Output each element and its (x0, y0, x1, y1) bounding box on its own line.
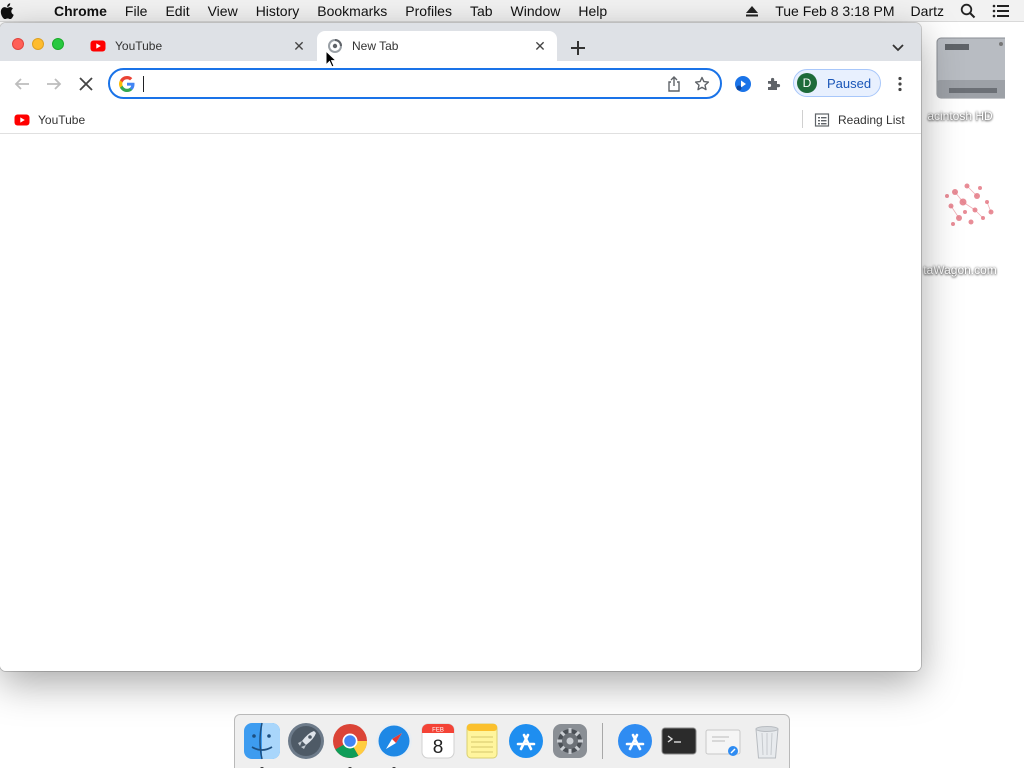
dock-terminal[interactable] (659, 721, 699, 761)
back-button[interactable] (9, 71, 35, 97)
menu-bar: Chrome File Edit View History Bookmarks … (0, 0, 1024, 22)
extension-play-icon (735, 76, 751, 92)
menu-bookmarks[interactable]: Bookmarks (308, 3, 396, 19)
document-icon (705, 729, 741, 756)
desktop-icon-label: acintosh HD (927, 109, 993, 123)
browser-window: YouTube ✕ New Tab ✕ D Paused YouTube Rea… (0, 23, 921, 671)
launchpad-rocket-icon (288, 723, 324, 759)
mouse-cursor-icon (325, 50, 337, 68)
text-caret (143, 76, 144, 92)
desktop-icon-label: taWagon.com (923, 263, 997, 277)
dock-launchpad[interactable] (286, 721, 326, 761)
bookmark-label: YouTube (38, 113, 86, 127)
forward-button[interactable] (41, 71, 67, 97)
tab-close-icon[interactable]: ✕ (531, 37, 549, 55)
desktop-icon-image-file[interactable]: taWagon.com (910, 172, 1010, 277)
menu-help[interactable]: Help (569, 3, 616, 19)
menu-view[interactable]: View (199, 3, 247, 19)
extensions-menu-button[interactable] (761, 71, 787, 97)
tab-title: YouTube (115, 39, 163, 53)
google-icon (119, 75, 135, 92)
finder-icon (244, 722, 280, 760)
youtube-icon (14, 114, 30, 126)
menubar-clock[interactable]: Tue Feb 8 3:18 PM (767, 3, 902, 19)
menu-edit[interactable]: Edit (156, 3, 198, 19)
youtube-icon (90, 40, 106, 52)
bookmark-star-icon[interactable] (688, 71, 716, 97)
dock-app-store[interactable] (506, 721, 546, 761)
gear-icon (553, 724, 587, 758)
bookmarks-divider (802, 110, 803, 128)
omnibox-input[interactable] (143, 72, 660, 95)
bookmarks-bar: YouTube Reading List (0, 106, 921, 134)
dock-trash[interactable] (747, 721, 787, 761)
close-icon (79, 77, 93, 91)
dock-chrome[interactable] (330, 721, 370, 768)
arrow-left-icon (14, 78, 29, 90)
menubar-user[interactable]: Dartz (903, 3, 952, 19)
avatar: D (797, 73, 817, 93)
terminal-icon (661, 727, 697, 755)
share-icon[interactable] (660, 71, 688, 97)
dock: FEB 8 (234, 714, 790, 768)
eject-icon[interactable] (737, 5, 767, 17)
control-center-icon[interactable] (984, 4, 1024, 18)
reading-list-icon (814, 113, 830, 127)
hard-drive-icon (936, 37, 1010, 99)
menu-file[interactable]: File (116, 3, 157, 19)
spotlight-search-icon[interactable] (952, 3, 984, 19)
dock-system-preferences[interactable] (550, 721, 590, 761)
browser-toolbar: D Paused (0, 61, 921, 106)
address-bar[interactable] (108, 68, 722, 99)
menu-app-name[interactable]: Chrome (52, 3, 116, 19)
dock-notes[interactable] (462, 721, 502, 761)
applications-folder-icon (618, 724, 652, 758)
bookmark-youtube[interactable]: YouTube (14, 111, 85, 129)
chevron-down-icon (892, 44, 904, 52)
dock-divider (602, 723, 603, 759)
apple-menu-icon[interactable] (0, 2, 52, 19)
tab-search-button[interactable] (888, 38, 908, 58)
dock-applications-folder[interactable] (615, 721, 655, 761)
safari-compass-icon (376, 723, 412, 759)
calendar-icon: FEB 8 (421, 723, 455, 759)
more-vertical-icon (898, 76, 902, 92)
image-file-icon (945, 183, 994, 226)
window-minimize-button[interactable] (32, 38, 44, 50)
page-content (0, 134, 921, 671)
menu-history[interactable]: History (247, 3, 309, 19)
app-store-icon (509, 724, 543, 758)
dock-mail-document[interactable] (703, 721, 743, 761)
menu-tab[interactable]: Tab (461, 3, 502, 19)
plus-icon (571, 41, 585, 55)
tab-new-tab[interactable]: New Tab ✕ (317, 31, 557, 61)
extension-button[interactable] (730, 71, 756, 97)
dock-safari[interactable] (374, 721, 414, 768)
arrow-right-icon (47, 78, 62, 90)
tab-youtube[interactable]: YouTube ✕ (80, 31, 316, 61)
dock-finder[interactable] (242, 721, 282, 768)
tab-close-icon[interactable]: ✕ (290, 37, 308, 55)
calendar-day: 8 (433, 737, 444, 758)
chrome-icon (333, 724, 367, 758)
profile-status: Paused (827, 75, 872, 91)
menu-window[interactable]: Window (502, 3, 570, 19)
tab-strip: YouTube ✕ New Tab ✕ (0, 23, 921, 61)
window-zoom-button[interactable] (52, 38, 64, 50)
puzzle-icon (768, 77, 781, 90)
reading-list-button[interactable]: Reading List (814, 111, 905, 129)
stop-loading-button[interactable] (73, 71, 99, 97)
tab-title: New Tab (352, 39, 399, 53)
desktop-icon-hard-drive[interactable]: acintosh HD (910, 30, 1010, 123)
new-tab-button[interactable] (566, 36, 590, 60)
chrome-menu-button[interactable] (887, 71, 913, 97)
profile-button[interactable]: D Paused (793, 69, 881, 97)
menu-profiles[interactable]: Profiles (396, 3, 461, 19)
notes-icon (466, 723, 498, 759)
trash-icon (755, 726, 779, 759)
dock-calendar[interactable]: FEB 8 (418, 721, 458, 761)
calendar-month: FEB (432, 728, 444, 734)
window-close-button[interactable] (12, 38, 24, 50)
reading-list-label: Reading List (838, 113, 905, 127)
